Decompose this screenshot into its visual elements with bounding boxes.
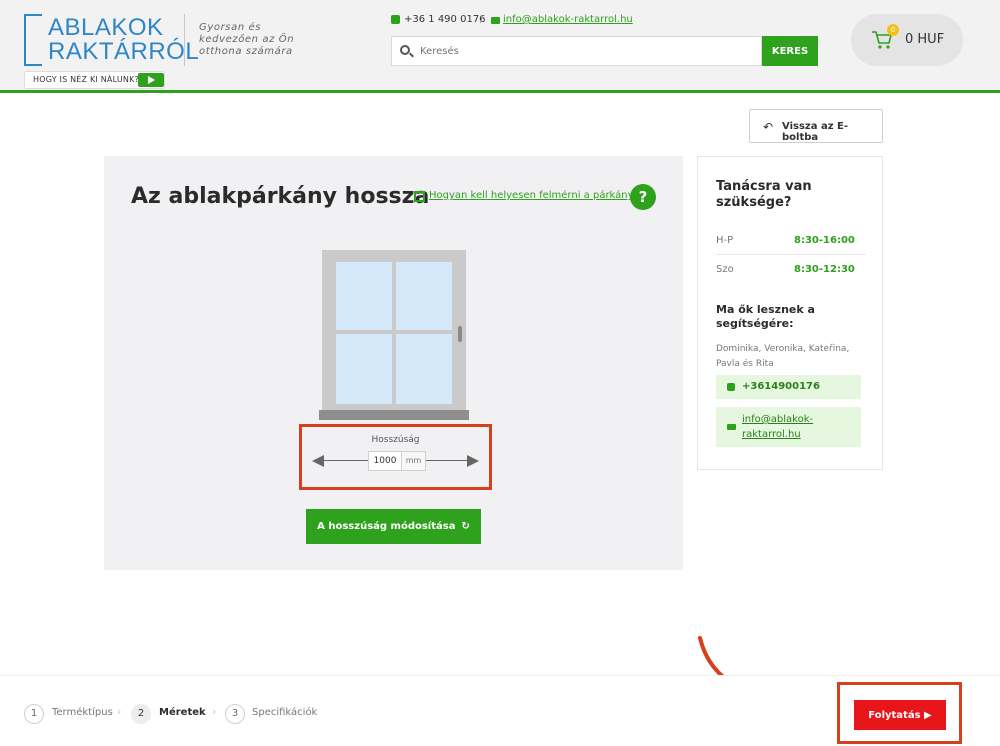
length-input[interactable]: 1000 — [368, 451, 402, 471]
window-pane — [336, 262, 392, 330]
phone-icon — [391, 15, 400, 24]
logo[interactable]: ABLAKOK RAKTÁRRÓL — [24, 14, 199, 66]
video-label: HOGY IS NÉZ KI NÁLUNK? — [33, 75, 139, 84]
hours-time: 8:30-12:30 — [794, 264, 855, 275]
logo-divider — [184, 14, 185, 66]
cart-count-badge: 0 — [887, 24, 899, 36]
cart[interactable]: 0 0 HUF — [851, 14, 963, 66]
step-label[interactable]: Terméktípus — [52, 707, 113, 718]
step-number[interactable]: 1 — [24, 704, 44, 724]
length-unit: mm — [402, 451, 426, 471]
logo-mark — [24, 14, 42, 66]
hours-day: Szo — [716, 264, 734, 275]
continue-button[interactable]: Folytatás ▶ — [854, 700, 946, 730]
modify-length-label: A hosszúság módosítása — [317, 521, 456, 532]
length-label: Hosszúság — [371, 435, 420, 445]
help-sidebar: Tanácsra van szüksége? H-P 8:30-16:00 Sz… — [697, 156, 883, 470]
dimension-line — [324, 460, 368, 461]
window-sill — [319, 410, 469, 420]
back-arrow-icon: ↶ — [763, 120, 774, 134]
modify-length-button[interactable]: A hosszúság módosítása ↻ — [306, 509, 481, 544]
cart-total: 0 HUF — [905, 32, 945, 47]
chevron-right-icon: › — [117, 705, 122, 718]
header-phone-link[interactable]: +36 1 490 0176 — [404, 14, 486, 25]
video-button[interactable]: HOGY IS NÉZ KI NÁLUNK? — [24, 71, 165, 89]
hours-time: 8:30-16:00 — [794, 235, 855, 246]
header-email-link[interactable]: info@ablakok-raktarrol.hu — [503, 14, 633, 25]
configurator-panel: Az ablakpárkány hossza Hogyan kell helye… — [104, 156, 683, 570]
sidebar-phone-text: +3614900176 — [742, 381, 820, 392]
window-pane — [396, 262, 452, 330]
mail-icon — [491, 17, 500, 24]
step-label[interactable]: Specifikációk — [252, 707, 317, 718]
contact-separator: / — [480, 14, 484, 25]
search-input[interactable] — [420, 42, 750, 60]
step-label-active[interactable]: Méretek — [159, 707, 206, 718]
back-to-shop-button[interactable]: ↶ Vissza az E-boltba — [749, 109, 883, 143]
sidebar-email-link[interactable]: info@ablakok-raktarrol.hu — [716, 407, 861, 447]
search-icon-handle — [409, 52, 414, 58]
hours-day: H-P — [716, 235, 734, 246]
window-pane — [396, 334, 452, 404]
step-number[interactable]: 3 — [225, 704, 245, 724]
measure-help-link[interactable]: Hogyan kell helyesen felmérni a párkányt — [429, 190, 637, 201]
length-dimension-control: Hosszúság 1000 mm — [299, 424, 492, 490]
staff-names: Dominika, Veronika, Kateřina, Pavla és R… — [716, 344, 850, 369]
chevron-right-icon: › — [212, 705, 217, 718]
arrow-right-icon — [467, 455, 479, 467]
back-to-shop-label: Vissza az E-boltba — [782, 121, 848, 143]
expand-icon — [414, 191, 425, 202]
search-button[interactable]: KERES — [762, 36, 818, 66]
logo-line2: RAKTÁRRÓL — [48, 38, 200, 65]
window-handle — [458, 326, 462, 342]
tagline: Gyorsan és kedvezően az Ön otthona számá… — [199, 22, 295, 57]
refresh-icon: ↻ — [461, 521, 470, 532]
help-icon[interactable]: ? — [630, 184, 656, 210]
search-box — [391, 36, 762, 66]
dimension-line — [426, 460, 468, 461]
phone-icon — [727, 383, 735, 391]
mail-icon — [727, 424, 736, 430]
site-header: ABLAKOK RAKTÁRRÓL Gyorsan és kedvezően a… — [0, 0, 1000, 93]
sidebar-phone-link[interactable]: +3614900176 — [716, 375, 861, 399]
sidebar-subtitle: Ma ők lesznek a segítségére: — [716, 303, 815, 330]
sidebar-title: Tanácsra van szüksége? — [716, 179, 812, 210]
window-pane — [336, 334, 392, 404]
logo-line1: ABLAKOK — [48, 14, 164, 41]
step-number-active[interactable]: 2 — [131, 704, 151, 724]
play-icon[interactable] — [138, 73, 164, 87]
opening-hours-row: Szo 8:30-12:30 — [716, 256, 866, 284]
continue-highlight: Folytatás ▶ — [837, 682, 962, 744]
sidebar-email-text: info@ablakok-raktarrol.hu — [742, 414, 814, 440]
window-illustration — [322, 250, 466, 410]
arrow-left-icon — [312, 455, 324, 467]
page-title: Az ablakpárkány hossza — [131, 184, 430, 209]
opening-hours-row: H-P 8:30-16:00 — [716, 227, 866, 255]
